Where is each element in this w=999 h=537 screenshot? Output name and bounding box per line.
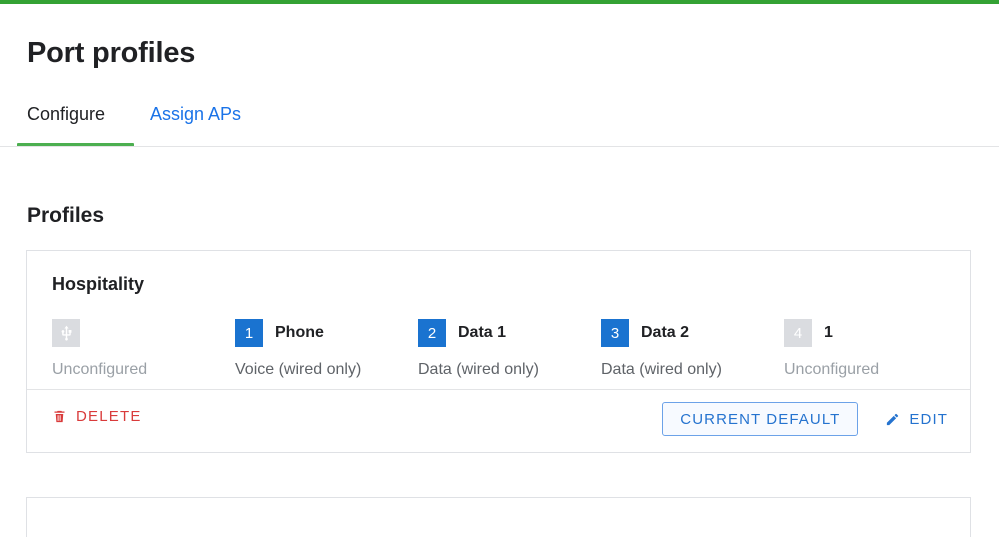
delete-button[interactable]: DELETE [52, 408, 142, 425]
port-number-badge: 1 [235, 319, 263, 347]
delete-button-label: DELETE [76, 408, 142, 425]
pencil-icon [885, 412, 900, 427]
port-header: 4 1 [784, 319, 967, 347]
current-default-button[interactable]: CURRENT DEFAULT [662, 402, 859, 436]
port-label: 1 [824, 324, 833, 341]
port-item: 3 Data 2 Data (wired only) [601, 319, 784, 380]
footer-actions: CURRENT DEFAULT EDIT [662, 402, 948, 436]
page-title: Port profiles [27, 37, 196, 69]
edit-button-label: EDIT [909, 410, 948, 428]
port-item: 4 1 Unconfigured [784, 319, 967, 380]
tab-bar-divider [0, 146, 999, 147]
section-title-profiles: Profiles [27, 204, 105, 227]
port-list: Unconfigured 1 Phone Voice (wired only) … [52, 319, 947, 380]
port-description: Data (wired only) [601, 361, 722, 378]
profile-card-body: Hospitality Unconfigured 1 Phone Voice (… [27, 251, 970, 389]
page-header: Port profiles [0, 4, 999, 70]
port-label: Phone [275, 324, 324, 341]
next-profile-card [26, 497, 971, 537]
edit-button[interactable]: EDIT [885, 411, 948, 428]
profile-card: Hospitality Unconfigured 1 Phone Voice (… [26, 250, 971, 453]
port-label: Data 1 [458, 324, 507, 341]
tab-configure[interactable]: Configure [27, 103, 105, 125]
port-item: 1 Phone Voice (wired only) [235, 319, 418, 380]
port-label: Data 2 [641, 324, 690, 341]
port-description: Voice (wired only) [235, 361, 362, 378]
profile-name: Hospitality [52, 274, 145, 294]
port-header: 1 Phone [235, 319, 418, 347]
port-description: Unconfigured [784, 361, 880, 378]
tab-assign-aps[interactable]: Assign APs [150, 103, 241, 125]
port-description: Data (wired only) [418, 361, 539, 378]
profile-card-footer: DELETE CURRENT DEFAULT EDIT [27, 389, 970, 452]
port-number-badge: 4 [784, 319, 812, 347]
port-description: Unconfigured [52, 361, 148, 378]
usb-icon [52, 319, 80, 347]
tab-bar: Configure Assign APs [0, 103, 999, 147]
trash-icon [52, 409, 67, 424]
port-number-badge: 3 [601, 319, 629, 347]
port-item: 2 Data 1 Data (wired only) [418, 319, 601, 380]
port-header: 2 Data 1 [418, 319, 601, 347]
port-item: Unconfigured [52, 319, 235, 380]
port-header: 3 Data 2 [601, 319, 784, 347]
port-number-badge: 2 [418, 319, 446, 347]
port-header [52, 319, 235, 347]
